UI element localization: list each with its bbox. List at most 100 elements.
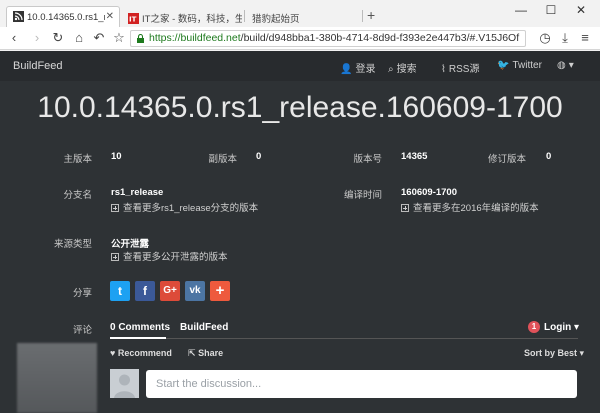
page-title: 10.0.14365.0.rs1_release.160609-1700 [37,91,563,124]
download-icon[interactable]: ⤓ [557,30,573,46]
tab-divider [362,10,363,22]
revision-value: 0 [546,151,552,162]
browser-toolbar: ‹ › ↻ ⌂ ↶ ☆ https://buildfeed.net/build/… [0,27,600,50]
login-label: Login [544,322,572,333]
url-host: https://buildfeed.net [149,32,241,44]
buildfeed-page: BuildFeed 👤 登录 ⌕ 搜索 ⌇ RSS源 🐦 Twitter ◍ ▾ 10.0… [0,51,600,413]
share-thread-button[interactable]: ⇱ Share [188,348,223,359]
star-icon[interactable]: ☆ [111,30,127,46]
notification-badge[interactable]: 1 [528,321,540,333]
compiled-more-label: 查看更多在2016年编译的版本 [413,203,539,214]
tab-title: IT之家 - 数码，科技，生活 [142,14,242,25]
revision-label: 修订版本 [487,154,526,165]
chevron-down-icon: ▾ [574,322,580,333]
home-icon[interactable]: ⌂ [71,30,87,46]
tab-comments-count[interactable]: 0 Comments [110,322,170,333]
forward-button[interactable]: › [29,30,45,46]
major-value: 10 [111,151,122,162]
nav-login-label: 登录 [355,64,376,75]
nav-login[interactable]: 👤 登录 [340,60,375,75]
search-icon: ⌕ [388,64,394,75]
tab-buildfeed[interactable]: 10.0.14365.0.rs1_release.1 ✕ [6,6,120,27]
new-tab-button[interactable]: + [367,7,375,23]
plus-square-icon [111,253,119,261]
comments-divider [110,338,578,339]
build-label: 版本号 [353,154,382,165]
branch-more-link[interactable]: 查看更多rs1_release分支的版本 [111,200,258,214]
share-vk-button[interactable]: vk [185,281,205,301]
nav-search[interactable]: ⌕ 搜索 [388,60,417,75]
share-more-button[interactable]: + [210,281,230,301]
address-bar[interactable]: https://buildfeed.net/build/d948bba1-380… [130,30,526,47]
branch-value: rs1_release [111,187,164,198]
source-value: 公开泄露 [111,239,150,250]
rss-icon: ⌇ [441,64,446,75]
share-thread-label: Share [198,348,224,358]
reload-icon[interactable]: ↻ [50,30,66,46]
sort-dropdown[interactable]: Sort by Best ▾ [524,348,584,359]
tab-title: 10.0.14365.0.rs1_release.1 [27,12,105,23]
recommend-label: Recommend [117,348,172,358]
share-google-plus-button[interactable]: G+ [160,281,180,301]
close-window-button[interactable]: ✕ [571,3,591,17]
source-more-label: 查看更多公开泄露的版本 [123,252,228,263]
chevron-down-icon: ▾ [579,348,585,358]
avatar [110,369,139,398]
share-facebook-button[interactable]: f [135,281,155,301]
branch-more-label: 查看更多rs1_release分支的版本 [123,203,259,214]
nav-rss[interactable]: ⌇ RSS源 [441,60,479,75]
plus-square-icon [401,204,409,212]
close-tab-icon[interactable]: ✕ [106,11,114,22]
user-silhouette-icon [114,374,135,398]
user-icon: 👤 [340,64,353,75]
share-twitter-button[interactable]: t [110,281,130,301]
share-label: 分享 [72,288,92,299]
heart-icon: ♥ [110,348,116,358]
nav-language[interactable]: ◍ ▾ [557,60,574,71]
tab-title: 猎豹起始页 [252,14,300,25]
source-more-link[interactable]: 查看更多公开泄露的版本 [111,249,228,263]
tab-divider [244,10,245,22]
recommend-button[interactable]: ♥ Recommend [110,348,172,358]
build-value: 14365 [401,151,428,162]
undo-icon[interactable]: ↶ [91,30,107,46]
rss-favicon-icon [13,11,24,22]
tab-start-page[interactable]: 猎豹起始页 [246,6,362,27]
active-tab-indicator [110,337,166,339]
menu-icon[interactable]: ≡ [577,30,593,46]
major-label: 主版本 [63,154,92,165]
compiled-value: 160609-1700 [401,187,457,198]
minor-label: 副版本 [208,154,237,165]
sort-label: Sort by Best [524,348,578,358]
history-icon[interactable]: ◷ [537,30,553,46]
twitter-icon: 🐦 [497,60,510,71]
nav-search-label: 搜索 [396,64,417,75]
browser-titlebar: 10.0.14365.0.rs1_release.1 ✕ IT IT之家 - 数码… [0,0,600,27]
nav-rss-label: RSS源 [448,64,480,75]
minimize-button[interactable]: — [511,3,531,17]
plus-square-icon [111,204,119,212]
share-icon: ⇱ [188,348,196,358]
lock-icon [137,34,144,43]
back-button[interactable]: ‹ [6,30,22,46]
site-brand[interactable]: BuildFeed [13,60,63,72]
chevron-down-icon: ▾ [568,60,574,71]
nav-twitter-label: Twitter [512,60,542,71]
nav-twitter[interactable]: 🐦 Twitter [497,60,542,71]
maximize-button[interactable]: ☐ [541,3,561,17]
compiled-label: 编译时间 [343,190,382,201]
svg-text:IT: IT [129,16,137,24]
branch-label: 分支名 [63,190,92,201]
tab-ithome[interactable]: IT IT之家 - 数码，科技，生活 [122,6,244,27]
blurred-thumbnail [17,343,97,413]
globe-icon: ◍ [557,60,566,71]
comments-login-dropdown[interactable]: Login ▾ [544,322,579,333]
url-path: /build/d948bba1-380b-4714-8d9d-f393e2e44… [240,32,520,44]
ithome-favicon-icon: IT [128,13,139,24]
compiled-more-link[interactable]: 查看更多在2016年编译的版本 [401,200,539,214]
discussion-input[interactable]: Start the discussion... [146,370,577,398]
minor-value: 0 [256,151,262,162]
tab-community[interactable]: BuildFeed [180,322,228,333]
site-navbar: BuildFeed 👤 登录 ⌕ 搜索 ⌇ RSS源 🐦 Twitter ◍ ▾ [0,51,600,81]
source-label: 来源类型 [53,239,92,250]
